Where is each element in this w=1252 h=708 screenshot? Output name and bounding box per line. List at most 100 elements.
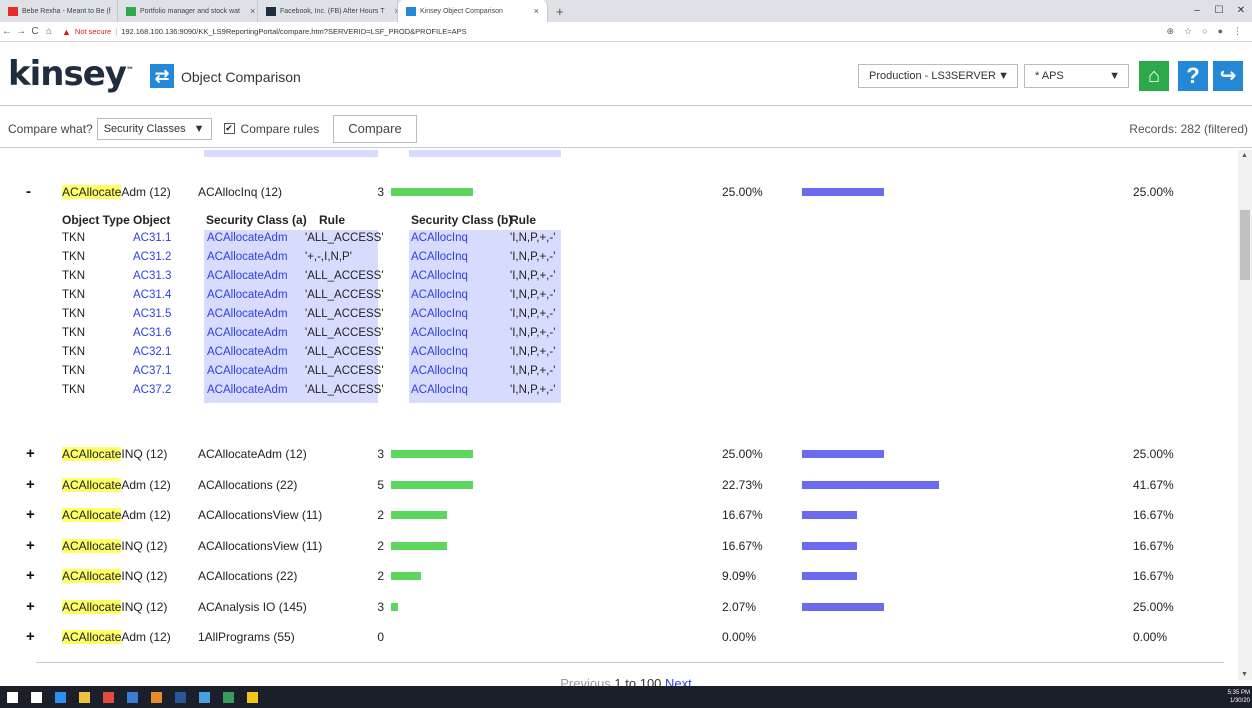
url-field[interactable]: ▲ Not secure | 192.168.100.136:9090/KK_L…	[62, 27, 467, 37]
security-class-b-link[interactable]: ACAllocInq	[411, 365, 468, 377]
file-explorer-icon[interactable]	[72, 686, 96, 708]
security-class-a-link[interactable]: ACAllocateAdm	[207, 327, 288, 339]
edge-icon[interactable]	[48, 686, 72, 708]
security-class-b-link[interactable]: ACAllocInq	[411, 327, 468, 339]
object-link[interactable]: AC31.5	[133, 308, 171, 320]
expand-toggle[interactable]: +	[26, 567, 35, 584]
comparison-row[interactable]: + ACAllocateAdm (12) 1AllPrograms (55) 0 0.0…	[0, 627, 1238, 647]
comparison-row[interactable]: + ACAllocateINQ (12) ACAllocations (22) 2 9.…	[0, 566, 1238, 586]
mail-icon[interactable]	[120, 686, 144, 708]
home-icon: ⌂	[1147, 65, 1161, 87]
comparison-row[interactable]: + ACAllocateAdm (12) ACAllocations (22) 5 22…	[0, 475, 1238, 495]
home-browser-icon[interactable]: ⌂	[42, 26, 56, 37]
object-link[interactable]: AC31.4	[133, 289, 171, 301]
comparison-row[interactable]: + ACAllocateINQ (12) ACAllocationsView (11…	[0, 536, 1238, 556]
maximize-icon[interactable]: ☐	[1208, 0, 1230, 22]
rule-b-cell: 'I,N,P,+,-'	[510, 270, 556, 282]
checkbox-icon[interactable]: ✔	[223, 123, 235, 134]
expanded-comparison-row[interactable]: - ACAllocateAdm (12) ACAllocInq (12) 3 25.00…	[0, 182, 1238, 202]
object-link[interactable]: AC37.2	[133, 384, 171, 396]
compare-what-select[interactable]: Security Classes ▼	[96, 117, 212, 140]
scroll-up-icon[interactable]: ▲	[1241, 152, 1248, 159]
security-class-a-link[interactable]: ACAllocateAdm	[207, 270, 288, 282]
bookmark-star-icon[interactable]: ☆	[1184, 26, 1192, 37]
close-tab-icon[interactable]: ×	[389, 6, 397, 16]
rule-a-cell: 'ALL_ACCESS'	[305, 289, 384, 301]
security-class-a-link[interactable]: ACAllocateAdm	[207, 308, 288, 320]
system-clock[interactable]: 5:35 PM 1/30/20	[1228, 689, 1252, 705]
security-class-b-link[interactable]: ACAllocInq	[411, 289, 468, 301]
browser-tab[interactable]: Bebe Rexha - Meant to Be (f×	[0, 0, 118, 22]
security-class-a-link[interactable]: ACAllocateAdm	[207, 384, 288, 396]
match-count: 3	[377, 447, 384, 461]
minimize-icon[interactable]: –	[1186, 0, 1208, 22]
new-tab-button[interactable]: +	[548, 0, 572, 22]
object-link[interactable]: AC31.1	[133, 232, 171, 244]
help-button[interactable]: ?	[1178, 61, 1208, 91]
back-icon[interactable]: ←	[0, 26, 14, 37]
kinsey-logo[interactable]: kinsey™	[8, 54, 134, 94]
security-class-b-link[interactable]: ACAllocInq	[411, 251, 468, 263]
profile-icon[interactable]: ●	[1218, 26, 1223, 37]
close-tab-icon[interactable]: ×	[244, 6, 255, 16]
scrollbar-thumb[interactable]	[1240, 210, 1250, 280]
object-link[interactable]: AC32.1	[133, 346, 171, 358]
comparison-row[interactable]: + ACAllocateINQ (12) ACAnalysis IO (145) 3 2…	[0, 597, 1238, 617]
object-link[interactable]: AC31.3	[133, 270, 171, 282]
app-icon-3[interactable]	[216, 686, 240, 708]
security-class-a-link[interactable]: ACAllocateAdm	[207, 232, 288, 244]
reload-icon[interactable]: C	[28, 26, 42, 37]
home-button[interactable]: ⌂	[1139, 61, 1169, 91]
security-class-b-link[interactable]: ACAllocInq	[411, 346, 468, 358]
security-class-a-link[interactable]: ACAllocateAdm	[207, 346, 288, 358]
expand-toggle[interactable]: +	[26, 476, 35, 493]
percent-b: 16.67%	[1133, 508, 1174, 522]
comparison-row[interactable]: + ACAllocateAdm (12) ACAllocationsView (11…	[0, 505, 1238, 525]
match-count: 0	[377, 630, 384, 644]
security-class-b-link[interactable]: ACAllocInq	[411, 308, 468, 320]
similarity-bar-a	[391, 572, 421, 580]
browser-tab[interactable]: Portfolio manager and stock wat ×	[118, 0, 258, 22]
browser-tab[interactable]: Facebook, Inc. (FB) After Hours T ×	[258, 0, 398, 22]
expand-toggle[interactable]: +	[26, 506, 35, 523]
menu-kebab-icon[interactable]: ⋮	[1233, 26, 1242, 37]
app-icon-4[interactable]	[240, 686, 264, 708]
object-link[interactable]: AC31.6	[133, 327, 171, 339]
collapse-toggle[interactable]: -	[26, 183, 31, 200]
chevron-down-icon: ▼	[998, 70, 1009, 82]
app-icon-1[interactable]	[144, 686, 168, 708]
word-icon[interactable]	[168, 686, 192, 708]
security-class-a-link[interactable]: ACAllocateAdm	[207, 251, 288, 263]
windows-start-icon[interactable]	[0, 686, 24, 708]
security-class-a-link[interactable]: ACAllocateAdm	[207, 365, 288, 377]
app-icon-2[interactable]	[192, 686, 216, 708]
similarity-bar-b	[802, 572, 857, 580]
zoom-icon[interactable]: ⊕	[1167, 26, 1175, 37]
forward-icon[interactable]: →	[14, 26, 28, 37]
security-class-a-link[interactable]: ACAllocateAdm	[207, 289, 288, 301]
expand-toggle[interactable]: +	[26, 537, 35, 554]
browser-tab[interactable]: Kinsey Object Comparison ×	[398, 0, 548, 22]
extension-icon[interactable]: ○	[1202, 26, 1207, 37]
security-class-b-link[interactable]: ACAllocInq	[411, 232, 468, 244]
comparison-row[interactable]: + ACAllocateINQ (12) ACAllocateAdm (12) 3 25…	[0, 444, 1238, 464]
task-view-icon[interactable]	[24, 686, 48, 708]
help-icon: ?	[1186, 63, 1200, 88]
compare-rules-toggle[interactable]: ✔ Compare rules	[223, 122, 319, 136]
chrome-icon[interactable]	[96, 686, 120, 708]
tab-favicon-icon	[266, 6, 276, 16]
expand-toggle[interactable]: +	[26, 445, 35, 462]
security-class-b-link[interactable]: ACAllocInq	[411, 384, 468, 396]
compare-button[interactable]: Compare	[333, 114, 417, 143]
security-class-b-link[interactable]: ACAllocInq	[411, 270, 468, 282]
close-tab-icon[interactable]: ×	[528, 6, 539, 16]
expand-toggle[interactable]: +	[26, 628, 35, 645]
environment-select[interactable]: Production - LS3SERVER ▼	[858, 64, 1018, 88]
object-link[interactable]: AC31.2	[133, 251, 171, 263]
close-window-icon[interactable]: ✕	[1230, 0, 1252, 22]
logout-button[interactable]: ↪	[1213, 61, 1243, 91]
expand-toggle[interactable]: +	[26, 598, 35, 615]
profile-select[interactable]: * APS ▼	[1024, 64, 1129, 88]
vertical-scrollbar[interactable]: ▲ ▼	[1238, 150, 1252, 680]
object-link[interactable]: AC37.1	[133, 365, 171, 377]
